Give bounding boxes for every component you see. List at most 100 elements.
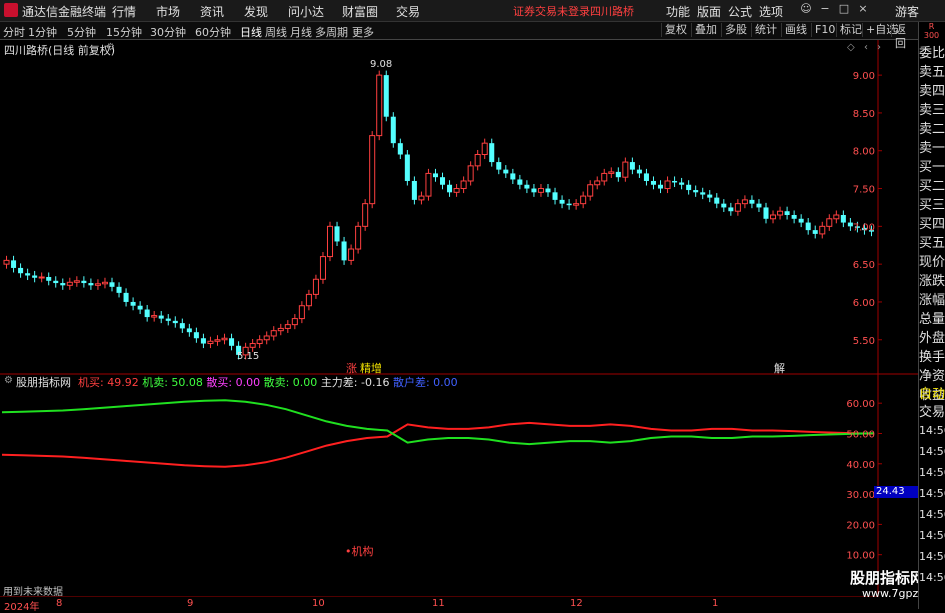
right-panel-item-14[interactable]: 总量 (919, 310, 945, 329)
menu-wenxiaoda[interactable]: 问小达 (288, 3, 324, 20)
right-panel-item-0[interactable]: 委比 (919, 44, 945, 63)
period-5min[interactable]: 5分钟 (67, 24, 96, 40)
right-panel-item-12[interactable]: 涨跌 (919, 272, 945, 291)
indicator-value-5: 散户差: 0.00 (392, 376, 458, 389)
period-30min[interactable]: 30分钟 (150, 24, 186, 40)
candle (629, 157, 635, 175)
right-panel-item-1[interactable]: 卖五 (919, 63, 945, 82)
period-monthly[interactable]: 月线 (290, 24, 312, 40)
huaxian-button[interactable]: 画线 (781, 23, 810, 37)
max-price-label: 9.08 (370, 59, 393, 70)
right-panel-time-3: 14:56 (919, 487, 945, 500)
title-gear-icon[interactable]: ⚙ (106, 42, 115, 53)
chevron-right-icon[interactable]: › (877, 42, 881, 53)
period-weekly[interactable]: 周线 (265, 24, 287, 40)
candle (60, 278, 66, 290)
candle (440, 172, 446, 190)
right-panel-item-5[interactable]: 卖一 (919, 139, 945, 158)
menu-gongshi[interactable]: 公式 (728, 3, 752, 20)
chart-area[interactable]: 9.00 8.50 8.00 7.50 7.00 6.50 6.00 5.50 60.00 50.… (0, 40, 918, 597)
menu-hangqing[interactable]: 行情 (112, 3, 136, 20)
candle (291, 314, 298, 330)
candle (672, 176, 678, 188)
candle (615, 167, 621, 182)
duogu-button[interactable]: 多股 (721, 23, 750, 37)
guest-button[interactable]: 游客 (895, 3, 919, 20)
menu-shichang[interactable]: 市场 (156, 3, 180, 20)
candle (826, 214, 833, 231)
indicator-line-0 (1, 421, 875, 468)
tongji-button[interactable]: 统计 (751, 23, 780, 37)
candle (151, 311, 158, 322)
right-panel-item-16[interactable]: 换手 (919, 348, 945, 367)
right-panel-time-2: 14:56 (919, 466, 945, 479)
right-panel-item-10[interactable]: 买五 (919, 234, 945, 253)
x-label-12: 12 (570, 598, 583, 609)
candle (510, 168, 516, 184)
candle (489, 138, 495, 167)
right-panel-item-3[interactable]: 卖三 (919, 101, 945, 120)
right-panel-item-2[interactable]: 卖四 (919, 82, 945, 101)
diejia-button[interactable]: 叠加 (691, 23, 720, 37)
candle (679, 177, 685, 190)
close-icon[interactable]: × (856, 2, 870, 16)
candle (123, 288, 129, 307)
candle (700, 187, 706, 200)
jigou-label: •机构 (345, 545, 374, 558)
minimize-icon[interactable]: − (818, 2, 832, 16)
right-panel-item-13[interactable]: 涨幅 (919, 291, 945, 310)
period-more[interactable]: 更多 (352, 24, 374, 40)
period-fenshi[interactable]: 分时 (3, 24, 25, 40)
candle (777, 206, 784, 220)
biaoji-button[interactable]: 标记 (836, 23, 865, 37)
right-panel-item-7[interactable]: 买二 (919, 177, 945, 196)
candle (94, 279, 101, 290)
x-label-9: 9 (187, 598, 194, 609)
period-60min[interactable]: 60分钟 (195, 24, 231, 40)
candle (404, 149, 410, 186)
diamond-icon[interactable]: ◇ (847, 42, 855, 53)
menu-xuanxiang[interactable]: 选项 (759, 3, 783, 20)
back-button[interactable]: 返回 (891, 23, 918, 50)
period-1min[interactable]: 1分钟 (28, 24, 57, 40)
menu-banmian[interactable]: 版面 (697, 3, 721, 20)
candle (326, 221, 334, 262)
right-panel-item-9[interactable]: 买四 (919, 215, 945, 234)
user-icon[interactable]: ☺ (799, 2, 813, 16)
candle (144, 304, 150, 322)
maximize-icon[interactable]: □ (837, 2, 851, 16)
period-multi[interactable]: 多周期 (315, 24, 348, 40)
candle (636, 165, 642, 178)
candle (101, 277, 108, 289)
chevron-left-icon[interactable]: ‹ (864, 42, 868, 53)
candle (791, 210, 797, 224)
menu-zixun[interactable]: 资讯 (200, 3, 224, 20)
right-panel-item-4[interactable]: 卖二 (919, 120, 945, 139)
right-panel-item-8[interactable]: 买三 (919, 196, 945, 215)
indicator-value-4: 主力差: -0.16 (320, 376, 393, 389)
candle (741, 195, 748, 209)
menu-bar: 通达信金融终端 行情 市场 资讯 发现 问小达 财富圈 交易 证券交易未登录 四… (0, 0, 945, 22)
menu-faxian[interactable]: 发现 (244, 3, 268, 20)
period-daily[interactable]: 日线 (240, 24, 262, 40)
right-panel-auto[interactable]: 自动 (919, 385, 945, 404)
current-indicator-value: 24.43 (874, 486, 918, 498)
right-panel-item-15[interactable]: 外盘 (919, 329, 945, 348)
candle (256, 335, 263, 349)
right-panel-item-11[interactable]: 现价 (919, 253, 945, 272)
indicator-value-2: 散买: 0.00 (206, 376, 264, 389)
right-panel-item-6[interactable]: 买一 (919, 158, 945, 177)
right-panel-trade[interactable]: 交易 (919, 403, 945, 422)
indicator-gear-icon[interactable]: ⚙ (4, 375, 13, 386)
fuquan-button[interactable]: 复权 (661, 23, 690, 37)
right-panel-item-17[interactable]: 净资 (919, 367, 945, 386)
menu-gongneng[interactable]: 功能 (666, 3, 690, 20)
candle (531, 184, 537, 197)
candle (390, 112, 396, 148)
right-panel-time-1: 14:56 (919, 445, 945, 458)
period-15min[interactable]: 15分钟 (106, 24, 142, 40)
f10-button[interactable]: F10 (811, 23, 838, 37)
menu-jiaoyi[interactable]: 交易 (396, 3, 420, 20)
menu-caifuquan[interactable]: 财富圈 (342, 3, 378, 20)
trade-login-notice[interactable]: 证券交易未登录 (513, 3, 590, 19)
